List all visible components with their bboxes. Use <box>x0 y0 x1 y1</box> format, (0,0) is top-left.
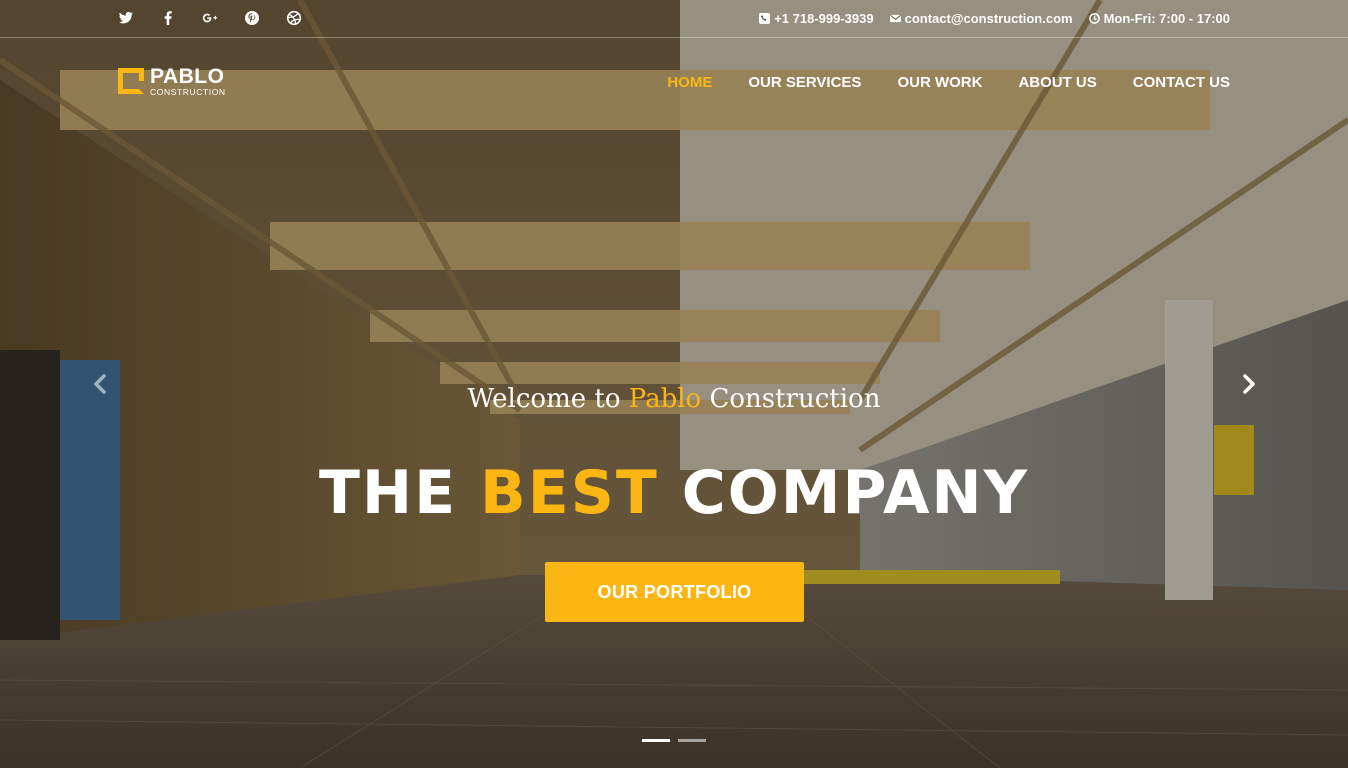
business-hours: Mon-Fri: 7:00 - 17:00 <box>1103 11 1230 26</box>
facebook-icon[interactable] <box>160 9 180 29</box>
social-links <box>118 9 328 29</box>
headline-part2: COMPANY <box>681 458 1030 528</box>
hero-headline: THE BEST COMPANY <box>0 458 1348 528</box>
clock-icon <box>1088 13 1100 24</box>
phone-number: +1 718-999-3939 <box>774 11 874 26</box>
headline-accent: BEST <box>479 458 659 528</box>
phone-icon <box>759 13 771 24</box>
hero-welcome-text: Welcome to Pablo Construction <box>0 384 1348 414</box>
nav-item-about-us[interactable]: ABOUT US <box>1018 74 1096 91</box>
email-item[interactable]: contact@construction.com <box>889 11 1073 26</box>
email-address: contact@construction.com <box>904 11 1073 26</box>
logo-name: PABLO <box>150 65 225 88</box>
pinterest-icon[interactable] <box>244 9 264 29</box>
welcome-suffix: Construction <box>709 384 881 414</box>
nav-item-our-services[interactable]: OUR SERVICES <box>748 74 861 91</box>
welcome-prefix: Welcome to <box>467 384 621 414</box>
top-bar: +1 718-999-3939 contact@construction.com… <box>0 0 1348 38</box>
google-plus-icon[interactable] <box>202 9 222 29</box>
nav-item-home[interactable]: HOME <box>667 74 712 91</box>
slider-dot-2[interactable] <box>678 739 706 742</box>
hero-slider: +1 718-999-3939 contact@construction.com… <box>0 0 1348 768</box>
site-logo[interactable]: PABLO CONSTRUCTION <box>118 66 226 97</box>
headline-part1: THE <box>318 458 458 528</box>
twitter-icon[interactable] <box>118 9 138 29</box>
envelope-icon <box>889 14 901 23</box>
nav-item-our-work[interactable]: OUR WORK <box>897 74 982 91</box>
nav-item-contact-us[interactable]: CONTACT US <box>1133 74 1230 91</box>
logo-subtitle: CONSTRUCTION <box>150 87 226 97</box>
logo-text: PABLO CONSTRUCTION <box>150 66 226 97</box>
slider-dot-1[interactable] <box>642 739 670 742</box>
welcome-brand: Pablo <box>628 384 702 414</box>
our-portfolio-button[interactable]: OUR PORTFOLIO <box>545 562 804 622</box>
contact-info: +1 718-999-3939 contact@construction.com… <box>759 11 1230 26</box>
slider-pagination <box>642 739 706 742</box>
phone-item[interactable]: +1 718-999-3939 <box>759 11 874 26</box>
logo-mark-icon <box>118 68 144 95</box>
dribbble-icon[interactable] <box>286 9 306 29</box>
main-nav: HOME OUR SERVICES OUR WORK ABOUT US CONT… <box>667 74 1230 91</box>
hours-item: Mon-Fri: 7:00 - 17:00 <box>1088 11 1230 26</box>
